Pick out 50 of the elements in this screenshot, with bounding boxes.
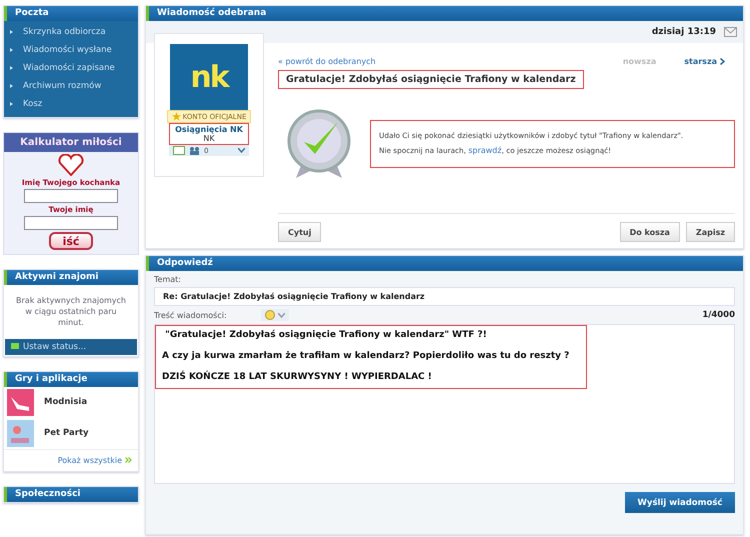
game-name[interactable]: Pet Party	[44, 428, 89, 438]
older-link[interactable]: starsza	[684, 57, 717, 66]
chevron-right-icon[interactable]	[720, 58, 725, 65]
message-date: dzisiaj 13:19	[652, 27, 716, 37]
section-header: Wiadomość odebrana	[146, 6, 743, 21]
subject-field[interactable]: Re: Gratulacje! Zdobyłaś osiągnięcie Trafiony w kalendarz	[154, 287, 735, 306]
section-header: Gry i aplikacje	[4, 372, 138, 387]
emoticon-picker[interactable]	[260, 309, 289, 321]
chevron-down-icon[interactable]	[238, 148, 245, 153]
section-header: Poczta	[4, 6, 138, 21]
message-action-button[interactable]: Cytuj	[278, 222, 322, 242]
people-icon[interactable]	[189, 146, 200, 155]
section-header: Społeczności	[4, 486, 138, 502]
body-label: Treść wiadomości:	[154, 310, 227, 320]
back-link[interactable]: « powrót do odebranych	[278, 57, 376, 66]
show-all-link[interactable]: Pokaż wszystkie	[58, 456, 122, 465]
sender-name[interactable]: Osiągnięcia NK	[170, 125, 248, 134]
check-link[interactable]: sprawdź	[468, 146, 502, 156]
calculator-title: Kalkulator miłości	[4, 133, 138, 152]
section-header: Aktywni znajomi	[4, 270, 138, 285]
subject-label: Temat:	[154, 275, 182, 284]
smiley-icon	[264, 310, 275, 320]
character-counter: 1/4000	[702, 310, 735, 320]
heart-icon	[58, 154, 84, 176]
message-action-button[interactable]: Zapisz	[686, 222, 735, 242]
double-chevron-icon	[125, 457, 132, 464]
nk-logo: nk	[170, 44, 248, 110]
game-name[interactable]: Modnisia	[44, 397, 88, 408]
mail-folder-item[interactable]: Wiadomości wysłane	[4, 41, 138, 59]
sender-subname: NK	[202, 134, 216, 143]
message-line: A czy ja kurwa zmarłam że trafiłam w kalendarz? Popierdoliło was tu do reszty ?	[162, 351, 570, 361]
chevron-down-icon	[278, 312, 285, 318]
no-friends-text: Brak aktywnych znajomych w ciągu ostatnich paru minut.	[15, 295, 127, 330]
section-header: Odpowiedź	[146, 256, 743, 271]
mail-folder-item[interactable]: Archiwum rozmów	[4, 77, 138, 95]
message-field[interactable]: "Gratulacje! Zdobyłaś osiągnięcie Trafiony w kalendarz" WTF ?! A czy ja kurwa zmarłam że trafiłam w kalendarz? Popierdoliło was tu do reszty ? DZIŚ KOŃCZE 18 LAT SKURWYSYNY ! WYPIERDALAC !	[154, 324, 735, 484]
message-line: "Gratulacje! Zdobyłaś osiągnięcie Trafiony w kalendarz" WTF ?!	[164, 330, 488, 340]
star-icon	[172, 112, 181, 121]
go-button[interactable]: iść	[48, 232, 94, 250]
message-action-button[interactable]: Do kosza	[620, 222, 680, 242]
mail-folder-item[interactable]: Kosz	[4, 95, 138, 113]
own-name-field[interactable]	[24, 216, 118, 230]
lover-name-field[interactable]	[24, 189, 118, 203]
mail-folder-item[interactable]: Skrzynka odbiorcza	[4, 23, 138, 41]
envelope-icon	[724, 27, 737, 37]
mail-folder-item[interactable]: Wiadomości zapisane	[4, 59, 138, 77]
message-line: DZIŚ KOŃCZE 18 LAT SKURWYSYNY ! WYPIERDALAC !	[162, 372, 433, 382]
message-subject: Gratulacje! Zdobyłaś osiągnięcie Trafiony w kalendarz	[278, 70, 584, 89]
set-status-link[interactable]: Ustaw status...	[5, 338, 137, 355]
send-message-button[interactable]: Wyślij wiadomość	[625, 492, 735, 513]
